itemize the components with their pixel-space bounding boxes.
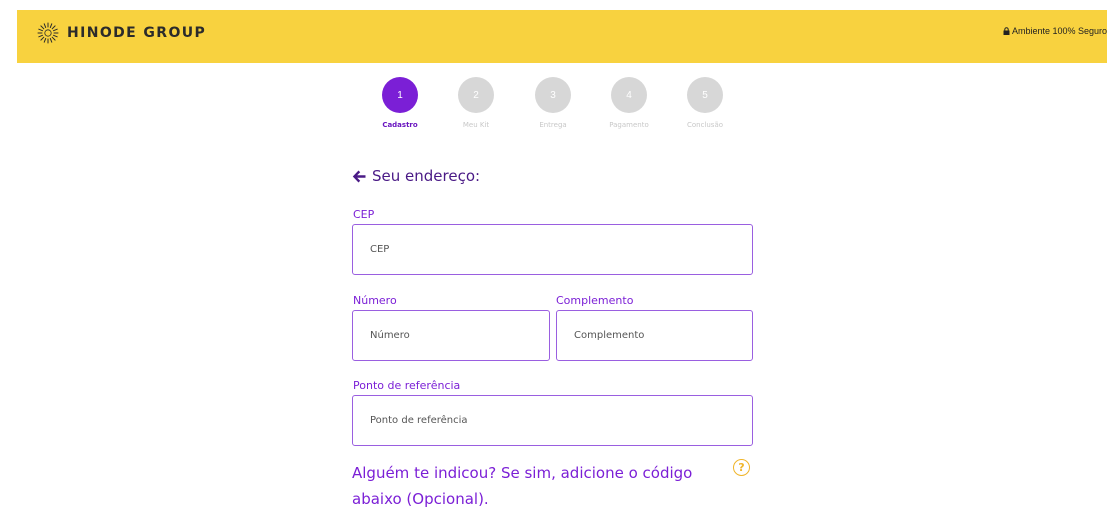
brand-name: HINODE GROUP: [67, 25, 207, 41]
step-circle: 1: [382, 77, 418, 113]
secure-environment-badge: Ambiente 100% Seguro: [1003, 26, 1107, 36]
step-circle: 4: [611, 77, 647, 113]
back-button[interactable]: Seu endereço:: [352, 167, 480, 185]
referencia-input[interactable]: [352, 395, 753, 446]
numero-input[interactable]: [352, 310, 550, 361]
top-header: HINODE GROUP Ambiente 100% Seguro: [17, 10, 1107, 63]
complemento-input[interactable]: [556, 310, 753, 361]
step-conclusao[interactable]: 5 Conclusão: [675, 77, 735, 129]
referencia-label: Ponto de referência: [353, 379, 461, 392]
brand-logo[interactable]: HINODE GROUP: [37, 22, 206, 44]
secure-text: Ambiente 100% Seguro: [1011, 26, 1107, 36]
cep-input[interactable]: [352, 224, 753, 275]
step-circle: 5: [687, 77, 723, 113]
numero-label: Número: [353, 294, 397, 307]
step-meu-kit[interactable]: 2 Meu Kit: [446, 77, 506, 129]
arrow-left-icon: [352, 170, 366, 182]
cep-label: CEP: [353, 208, 375, 221]
step-label: Meu Kit: [462, 121, 490, 129]
step-label: Conclusão: [686, 121, 724, 129]
step-cadastro[interactable]: 1 Cadastro: [370, 77, 430, 129]
help-icon[interactable]: ?: [733, 459, 750, 476]
step-entrega[interactable]: 3 Entrega: [523, 77, 583, 129]
step-circle: 3: [535, 77, 571, 113]
lock-icon: [1003, 27, 1010, 35]
progress-steps: 1 Cadastro 2 Meu Kit 3 Entrega 4 Pagamen…: [370, 77, 740, 137]
step-label: Cadastro: [382, 121, 418, 129]
complemento-label: Complemento: [556, 294, 634, 307]
step-pagamento[interactable]: 4 Pagamento: [599, 77, 659, 129]
sunburst-icon: [37, 22, 59, 44]
step-circle: 2: [458, 77, 494, 113]
referral-question: Alguém te indicou? Se sim, adicione o có…: [352, 464, 693, 508]
step-label: Pagamento: [609, 121, 649, 129]
page-title: Seu endereço:: [372, 167, 481, 185]
step-label: Entrega: [539, 121, 567, 129]
